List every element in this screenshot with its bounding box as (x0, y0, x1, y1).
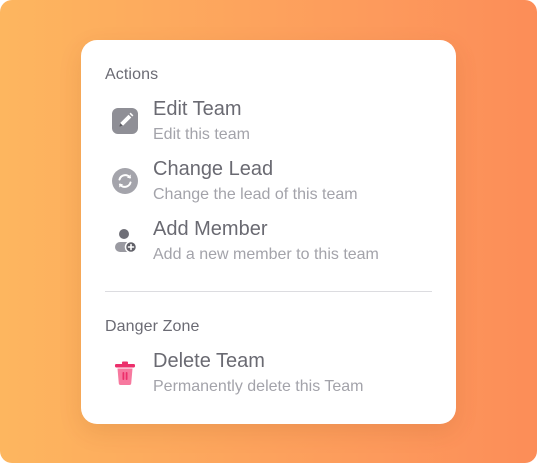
actions-section-title: Actions (105, 66, 159, 83)
background-canvas: Actions Edit Team Edit this team Change … (0, 0, 537, 463)
change-lead-item[interactable]: Change Lead Change the lead of this team (105, 158, 435, 210)
add-member-description: Add a new member to this team (153, 246, 379, 263)
add-member-item[interactable]: Add Member Add a new member to this team (105, 218, 435, 270)
edit-team-item[interactable]: Edit Team Edit this team (105, 98, 435, 150)
section-divider (105, 291, 432, 292)
change-lead-description: Change the lead of this team (153, 186, 358, 203)
delete-team-label: Delete Team (153, 350, 265, 372)
trash-icon (111, 359, 139, 387)
edit-icon (111, 107, 139, 135)
danger-zone-title: Danger Zone (105, 318, 200, 335)
add-member-label: Add Member (153, 218, 268, 240)
add-user-icon (111, 227, 139, 255)
edit-team-description: Edit this team (153, 126, 250, 143)
refresh-icon (111, 167, 139, 195)
team-actions-menu: Actions Edit Team Edit this team Change … (81, 40, 456, 424)
delete-team-item[interactable]: Delete Team Permanently delete this Team (105, 350, 435, 402)
change-lead-label: Change Lead (153, 158, 274, 180)
edit-team-label: Edit Team (153, 98, 242, 120)
delete-team-description: Permanently delete this Team (153, 378, 364, 395)
